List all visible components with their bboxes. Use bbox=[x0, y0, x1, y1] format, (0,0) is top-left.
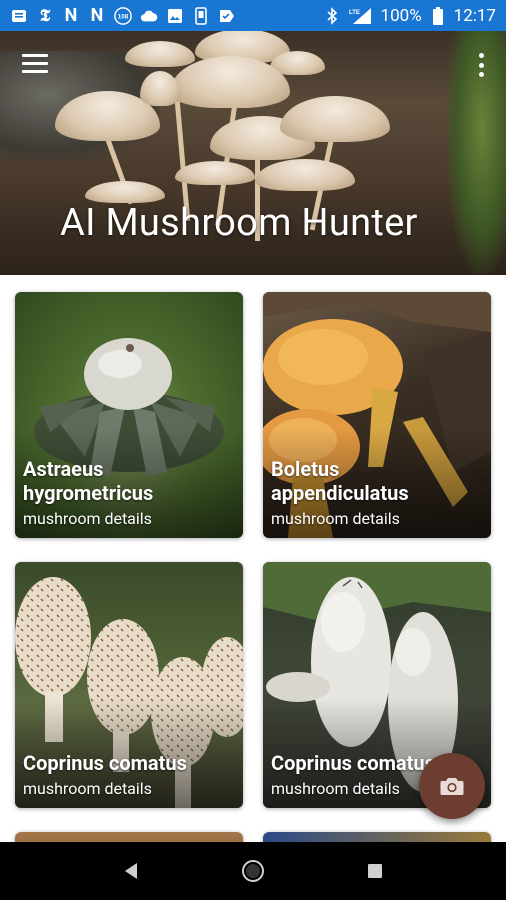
mushroom-details-label: mushroom details bbox=[23, 779, 152, 798]
battery-icon bbox=[429, 6, 447, 25]
bluetooth-icon bbox=[323, 6, 341, 25]
mushroom-details-label: mushroom details bbox=[271, 509, 400, 528]
badge-count: 108 bbox=[118, 13, 129, 20]
mushroom-name-line2: appendiculatus bbox=[271, 481, 409, 505]
battery-percent: 100% bbox=[380, 5, 422, 26]
nyt-icon: 𝕿 bbox=[39, 5, 51, 25]
n-icon: N bbox=[90, 5, 104, 26]
camera-fab-button[interactable] bbox=[419, 753, 485, 819]
mushroom-name: Boletus appendiculatus bbox=[271, 457, 409, 505]
mushroom-card[interactable] bbox=[263, 832, 491, 842]
mushroom-grid: Astraeus hygrometricus mushroom details … bbox=[0, 275, 506, 842]
hamburger-menu-icon[interactable] bbox=[22, 54, 48, 76]
message-icon bbox=[10, 7, 28, 25]
mushroom-details-label: mushroom details bbox=[23, 509, 152, 528]
recents-square-icon[interactable] bbox=[355, 851, 395, 891]
system-status: LTE 100% 12:17 bbox=[323, 6, 496, 26]
mushroom-name-line1: Boletus bbox=[271, 457, 340, 481]
mushroom-photo bbox=[15, 832, 243, 842]
phone-icon bbox=[192, 6, 210, 25]
mushroom-card[interactable]: Coprinus comatus mushroom details bbox=[15, 562, 243, 808]
mushroom-name-line1: Astraeus bbox=[23, 457, 104, 481]
mushroom-card[interactable] bbox=[15, 832, 243, 842]
app-title: AI Mushroom Hunter bbox=[60, 201, 418, 245]
cloud-icon bbox=[140, 7, 158, 25]
mushroom-name: Astraeus hygrometricus bbox=[23, 457, 153, 505]
network-label: LTE bbox=[349, 10, 360, 16]
notification-icons: 𝕿 N N 108 bbox=[10, 5, 236, 26]
more-vertical-icon[interactable] bbox=[476, 53, 486, 77]
mushroom-photo bbox=[263, 832, 491, 842]
mushroom-name-line1: Coprinus comatus bbox=[271, 751, 435, 775]
header-banner: AI Mushroom Hunter bbox=[0, 31, 506, 275]
mushroom-card[interactable]: Astraeus hygrometricus mushroom details bbox=[15, 292, 243, 538]
image-icon bbox=[166, 7, 184, 25]
lte-signal-icon: LTE bbox=[348, 7, 374, 25]
mushroom-details-label: mushroom details bbox=[271, 779, 400, 798]
camera-icon bbox=[440, 778, 464, 795]
counter-badge-icon: 108 bbox=[114, 6, 132, 25]
clock: 12:17 bbox=[453, 5, 496, 26]
system-navigation-bar bbox=[0, 842, 506, 900]
back-triangle-icon[interactable] bbox=[111, 851, 151, 891]
mushroom-card[interactable]: Boletus appendiculatus mushroom details bbox=[263, 292, 491, 538]
status-bar: 𝕿 N N 108 LTE 100% 12:17 bbox=[0, 0, 506, 31]
mushroom-name-line1: Coprinus comatus bbox=[23, 751, 187, 775]
mushroom-name: Coprinus comatus bbox=[23, 751, 187, 775]
mushroom-name-line2: hygrometricus bbox=[23, 481, 154, 505]
check-icon bbox=[218, 7, 236, 25]
n-icon: N bbox=[64, 5, 78, 26]
home-circle-icon[interactable] bbox=[233, 851, 273, 891]
mushroom-name: Coprinus comatus bbox=[271, 751, 435, 775]
